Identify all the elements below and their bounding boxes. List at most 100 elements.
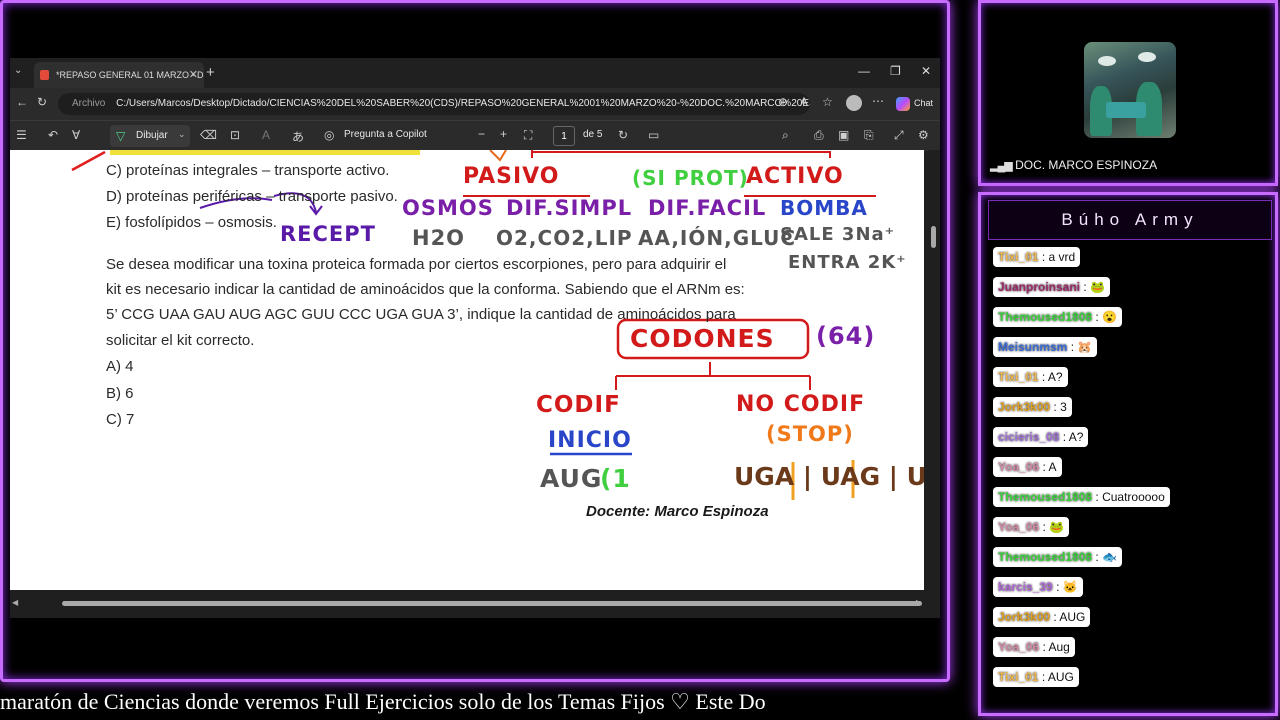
chat-title: Búho Army — [988, 200, 1272, 240]
chat-text: Aug — [1048, 640, 1070, 654]
minimize-icon[interactable]: — — [858, 64, 870, 78]
scroll-right-icon[interactable]: ▶ — [916, 598, 922, 607]
horizontal-scrollbar[interactable]: ◀ ▶ — [10, 598, 924, 610]
ink-red-slash — [71, 150, 106, 172]
answer-a: A) 4 — [106, 358, 134, 375]
option-d-prefix: D) proteínas — [106, 188, 193, 205]
chat-username[interactable]: cicieris_08 — [998, 430, 1059, 444]
tab-close-icon[interactable]: ✕ — [189, 62, 198, 88]
draw-label: Dibujar — [136, 130, 168, 141]
chat-separator: : — [1052, 580, 1063, 594]
chat-username[interactable]: Meisunmsm — [998, 340, 1067, 354]
rotate-icon[interactable]: ↻ — [618, 128, 628, 142]
translate-icon[interactable]: あ — [292, 128, 304, 145]
tab-active[interactable]: *REPASO GENERAL 01 MARZO - D ✕ — [34, 62, 204, 88]
chat-username[interactable]: Themoused1808 — [998, 490, 1092, 504]
ink-o2: O2,CO2,LIP — [496, 226, 633, 250]
add-text-icon[interactable]: A — [262, 128, 270, 142]
window-close-icon[interactable]: ✕ — [921, 64, 931, 78]
chat-username[interactable]: Jork3k00 — [998, 400, 1050, 414]
address-field[interactable]: Archivo C:/Users/Marcos/Desktop/Dictado/… — [58, 93, 810, 115]
chat-message: Themoused1808 : Cuatrooooo — [993, 487, 1170, 507]
ink-difsimpl: DIF.SIMPL — [506, 196, 633, 220]
chat-message: Tixi_01 : a vrd — [993, 247, 1081, 267]
highlight-icon[interactable]: ∀ — [72, 128, 80, 142]
chat-username[interactable]: Themoused1808 — [998, 550, 1092, 564]
vertical-scroll-thumb[interactable] — [931, 226, 936, 248]
ink-sale: SALE 3Na⁺ — [780, 224, 896, 245]
copilot-ask-icon[interactable]: ◎ — [324, 128, 334, 142]
chat-message: Yoa_06 : A — [993, 457, 1062, 477]
ink-h2o: H2O — [412, 226, 466, 250]
chat-username[interactable]: Themoused1808 — [998, 310, 1092, 324]
print-icon[interactable]: ⎙ — [814, 128, 824, 143]
chat-message: Jork3k00 : 3 — [993, 397, 1072, 417]
new-tab-icon[interactable]: + — [206, 64, 215, 81]
chat-username[interactable]: Yoa_06 — [998, 460, 1039, 474]
chat-message: Yoa_06 : Aug — [993, 637, 1075, 657]
tab-list-chevron-icon[interactable]: ⌄ — [14, 65, 22, 76]
zoom-icon[interactable]: ⊕ — [778, 95, 788, 109]
save-as-icon[interactable]: ⎘ — [864, 128, 874, 143]
ink-codif: CODIF — [536, 392, 621, 418]
chat-username[interactable]: Tixi_01 — [998, 670, 1038, 684]
chat-text: a vrd — [1048, 250, 1076, 264]
chat-username[interactable]: karcis_39 — [998, 580, 1053, 594]
chat-username[interactable]: Yoa_06 — [998, 640, 1039, 654]
chat-message: Meisunmsm : 🐹 — [993, 337, 1098, 357]
page-number-input[interactable]: 1 — [553, 126, 575, 146]
favorite-icon[interactable]: ☆ — [822, 95, 833, 109]
chat-message-list: Tixi_01 : a vrd Juanproinsani : 🐸 Themouse… — [993, 247, 1273, 697]
vertical-scrollbar[interactable] — [928, 150, 940, 590]
more-menu-icon[interactable]: ⋯ — [872, 94, 884, 108]
chat-message: Themoused1808 : 😮 — [993, 307, 1123, 327]
chat-username[interactable]: Juanproinsani — [998, 280, 1080, 294]
zoom-in-icon[interactable]: + — [500, 127, 507, 141]
contents-icon[interactable]: ☰ — [16, 128, 27, 142]
chat-separator: : — [1092, 310, 1103, 324]
chat-username[interactable]: Jork3k00 — [998, 610, 1050, 624]
chat-separator: : — [1038, 670, 1048, 684]
chat-separator: : — [1067, 340, 1078, 354]
ink-pasivo: PASIVO — [463, 164, 560, 189]
back-icon[interactable]: ← — [16, 95, 28, 109]
copilot-icon[interactable] — [896, 97, 910, 111]
fullscreen-icon[interactable]: ⤢ — [894, 128, 904, 143]
camera-label-text: DOC. MARCO ESPINOZA — [1015, 158, 1158, 172]
scroll-left-icon[interactable]: ◀ — [12, 598, 18, 607]
answer-b: B) 6 — [106, 385, 134, 402]
operating-table — [1106, 102, 1146, 118]
search-icon[interactable]: ⌕ — [782, 128, 789, 143]
page-view-icon[interactable]: ▭ — [648, 128, 659, 142]
undo-icon[interactable]: ↶ — [48, 128, 58, 142]
chat-username[interactable]: Tixi_01 — [998, 250, 1038, 264]
refresh-icon[interactable]: ↻ — [37, 95, 47, 109]
copilot-ask-button[interactable]: Pregunta a Copilot — [344, 129, 427, 140]
chat-emote-icon: 🐸 — [1090, 280, 1105, 294]
chat-message: Tixi_01 : A? — [993, 367, 1068, 387]
chat-message: Yoa_06 : 🐸 — [993, 517, 1070, 537]
chat-message: Jork3k00 : AUG — [993, 607, 1091, 627]
chat-separator: : — [1080, 280, 1091, 294]
pdf-browser-window: ⌄ *REPASO GENERAL 01 MARZO - D ✕ + — ❐ ✕… — [10, 58, 940, 618]
read-aloud-icon[interactable]: A — [800, 95, 808, 109]
zoom-out-icon[interactable]: − — [478, 127, 485, 141]
horizontal-scroll-thumb[interactable] — [62, 601, 922, 606]
save-icon[interactable]: ▣ — [838, 128, 849, 142]
settings-gear-icon[interactable]: ⚙ — [918, 128, 929, 142]
fit-page-icon[interactable]: ⛶ — [524, 128, 532, 143]
chat-username[interactable]: Yoa_06 — [998, 520, 1039, 534]
eraser-icon[interactable]: ⌫ — [200, 128, 217, 142]
chat-emote-icon: 🐹 — [1077, 340, 1093, 354]
profile-avatar[interactable] — [846, 95, 862, 111]
restore-icon[interactable]: ❐ — [890, 64, 901, 78]
surgical-light-left — [1098, 56, 1116, 66]
chat-message: Tixi_01 : AUG — [993, 667, 1079, 687]
draw-button[interactable]: ▽ Dibujar ⌄ — [110, 125, 190, 147]
chat-text: Cuatrooooo — [1102, 490, 1165, 504]
chat-button[interactable]: Chat — [914, 98, 933, 108]
text-icon[interactable]: ⊡ — [230, 128, 240, 142]
chat-username[interactable]: Tixi_01 — [998, 370, 1038, 384]
pen-icon: ▽ — [116, 129, 126, 143]
camera-label: ▂▄▆ DOC. MARCO ESPINOZA — [990, 158, 1157, 172]
